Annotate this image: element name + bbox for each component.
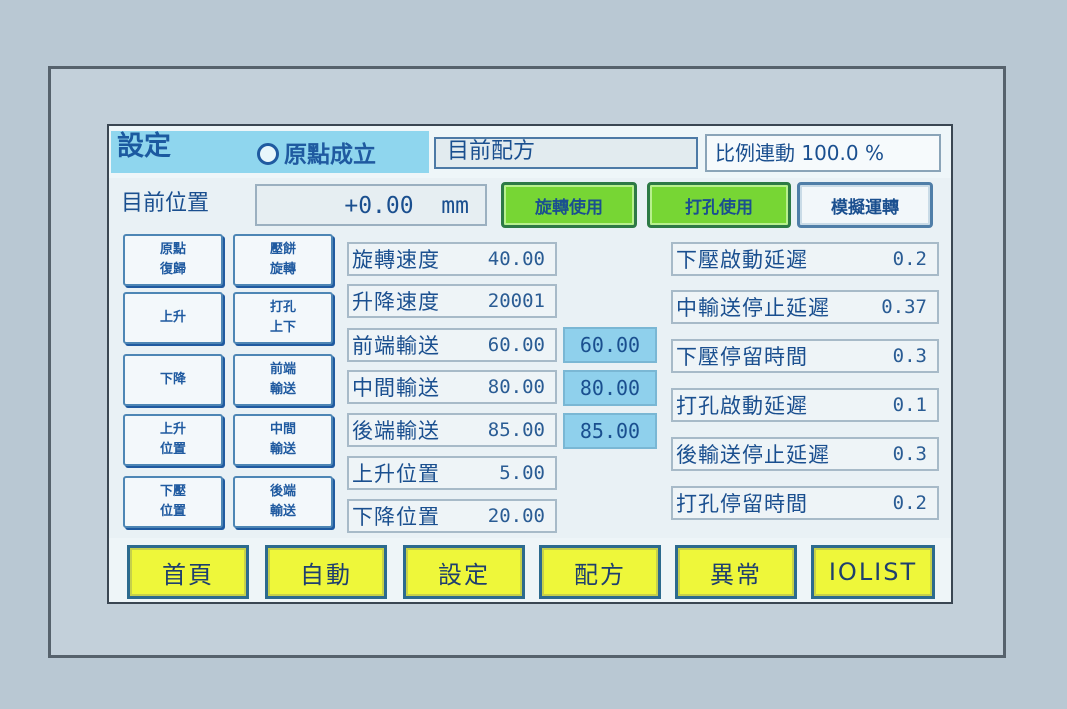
timer-value: 0.3 bbox=[892, 443, 927, 465]
param-front-convey[interactable]: 前端輸送 60.00 bbox=[347, 328, 557, 362]
front-convey-button[interactable]: 前端 輸送 bbox=[233, 354, 333, 406]
param-value: 40.00 bbox=[487, 248, 545, 270]
hmi-screen: 設定 原點成立 目前配方 比例連動 100.0 % 目前位置 +0.00 mm … bbox=[107, 124, 953, 604]
current-recipe-label: 目前配方 bbox=[447, 139, 536, 164]
timer-punch-dwell-time[interactable]: 打孔停留時間 0.2 bbox=[671, 486, 939, 520]
home-return-button[interactable]: 原點 復歸 bbox=[123, 234, 223, 286]
nav-recipe-button[interactable]: 配方 bbox=[539, 545, 661, 599]
param-rotate-speed[interactable]: 旋轉速度 40.00 bbox=[347, 242, 557, 276]
press-rotate-button[interactable]: 壓餅 旋轉 bbox=[233, 234, 333, 286]
param-label: 下降位置 bbox=[352, 505, 440, 529]
param-rear-convey[interactable]: 後端輸送 85.00 bbox=[347, 413, 557, 447]
page-title: 設定 bbox=[117, 131, 171, 162]
param-value: 20001 bbox=[487, 290, 545, 312]
rear-convey-actual: 85.00 bbox=[563, 413, 657, 449]
param-label: 前端輸送 bbox=[352, 334, 440, 358]
param-value: 20.00 bbox=[487, 505, 545, 527]
nav-iolist-button[interactable]: IOLIST bbox=[811, 545, 935, 599]
timer-punch-start-delay[interactable]: 打孔啟動延遲 0.1 bbox=[671, 388, 939, 422]
timer-value: 0.1 bbox=[892, 394, 927, 416]
timer-press-dwell-time[interactable]: 下壓停留時間 0.3 bbox=[671, 339, 939, 373]
position-unit: mm bbox=[441, 193, 469, 219]
nav-alarm-button[interactable]: 異常 bbox=[675, 545, 797, 599]
lower-button[interactable]: 下降 bbox=[123, 354, 223, 406]
timer-label: 下壓啟動延遲 bbox=[676, 248, 808, 272]
param-label: 上升位置 bbox=[352, 462, 440, 486]
timer-middle-convey-stop-delay[interactable]: 中輸送停止延遲 0.37 bbox=[671, 290, 939, 324]
param-value: 80.00 bbox=[487, 376, 545, 398]
rotate-enable-button[interactable]: 旋轉使用 bbox=[501, 182, 637, 228]
timer-rear-convey-stop-delay[interactable]: 後輸送停止延遲 0.3 bbox=[671, 437, 939, 471]
param-lower-position[interactable]: 下降位置 20.00 bbox=[347, 499, 557, 533]
timer-value: 0.37 bbox=[881, 296, 927, 318]
front-convey-actual: 60.00 bbox=[563, 327, 657, 363]
middle-convey-button[interactable]: 中間 輸送 bbox=[233, 414, 333, 466]
param-value: 85.00 bbox=[487, 419, 545, 441]
ratio-linkage-label: 比例連動 100.0 % bbox=[715, 141, 884, 165]
param-label: 旋轉速度 bbox=[352, 248, 440, 272]
origin-indicator-icon bbox=[257, 143, 279, 165]
press-position-button[interactable]: 下壓 位置 bbox=[123, 476, 223, 528]
param-label: 升降速度 bbox=[352, 290, 440, 314]
punch-enable-button[interactable]: 打孔使用 bbox=[647, 182, 791, 228]
current-position-value: +0.00 mm bbox=[269, 192, 469, 220]
position-number: +0.00 bbox=[344, 193, 414, 219]
timer-value: 0.2 bbox=[892, 492, 927, 514]
timer-value: 0.2 bbox=[892, 248, 927, 270]
raise-button[interactable]: 上升 bbox=[123, 292, 223, 344]
timer-value: 0.3 bbox=[892, 345, 927, 367]
nav-auto-button[interactable]: 自動 bbox=[265, 545, 387, 599]
origin-status-label: 原點成立 bbox=[284, 142, 376, 168]
rear-convey-button[interactable]: 後端 輸送 bbox=[233, 476, 333, 528]
param-raise-position[interactable]: 上升位置 5.00 bbox=[347, 456, 557, 490]
timer-label: 下壓停留時間 bbox=[676, 345, 808, 369]
simulate-run-button[interactable]: 模擬運轉 bbox=[797, 182, 933, 228]
punch-updown-button[interactable]: 打孔 上下 bbox=[233, 292, 333, 344]
timer-label: 中輸送停止延遲 bbox=[676, 296, 830, 320]
raise-position-button[interactable]: 上升 位置 bbox=[123, 414, 223, 466]
timer-label: 打孔停留時間 bbox=[676, 492, 808, 516]
nav-settings-button[interactable]: 設定 bbox=[403, 545, 525, 599]
current-position-label: 目前位置 bbox=[121, 191, 210, 216]
timer-label: 打孔啟動延遲 bbox=[676, 394, 808, 418]
nav-home-button[interactable]: 首頁 bbox=[127, 545, 249, 599]
param-middle-convey[interactable]: 中間輸送 80.00 bbox=[347, 370, 557, 404]
param-label: 後端輸送 bbox=[352, 419, 440, 443]
timer-press-start-delay[interactable]: 下壓啟動延遲 0.2 bbox=[671, 242, 939, 276]
param-label: 中間輸送 bbox=[352, 376, 440, 400]
param-value: 60.00 bbox=[487, 334, 545, 356]
param-lift-speed[interactable]: 升降速度 20001 bbox=[347, 284, 557, 318]
timer-label: 後輸送停止延遲 bbox=[676, 443, 830, 467]
param-value: 5.00 bbox=[499, 462, 545, 484]
middle-convey-actual: 80.00 bbox=[563, 370, 657, 406]
